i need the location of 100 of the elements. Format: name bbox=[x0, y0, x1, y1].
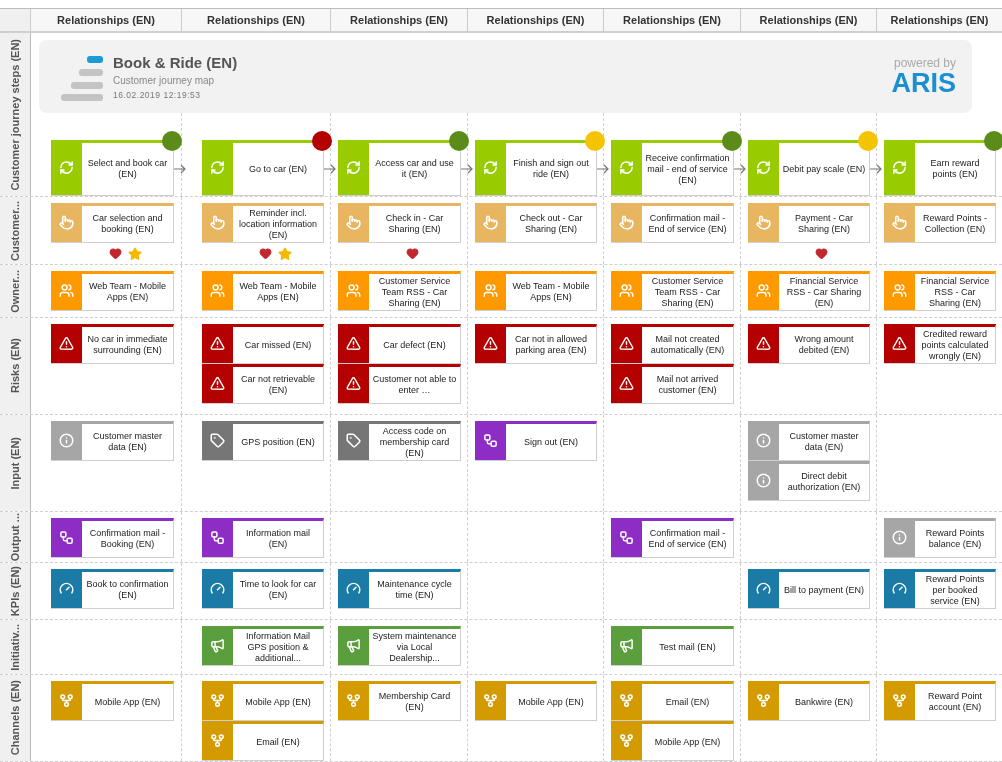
gauge-icon bbox=[210, 581, 225, 596]
card-label: Car selection and booking (EN) bbox=[91, 212, 164, 236]
card-label: Access car and use it (EN) bbox=[374, 157, 455, 181]
warning-icon bbox=[210, 336, 225, 351]
card-label: Membership Card (EN) bbox=[377, 690, 452, 714]
powered-by-text: powered by bbox=[893, 56, 956, 70]
flow-icon bbox=[59, 530, 74, 545]
lane-label: Owner... bbox=[9, 269, 21, 313]
card-label: Direct debit authorization (EN) bbox=[786, 470, 862, 494]
aris-logo: ARIS bbox=[891, 70, 956, 97]
card-label: Email (EN) bbox=[255, 735, 301, 749]
card-label: Car not in allowed parking area (EN) bbox=[513, 333, 588, 357]
column-header: Relationships (EN) bbox=[31, 9, 182, 31]
card-label: Mobile App (EN) bbox=[93, 695, 162, 709]
column-header: Relationships (EN) bbox=[877, 9, 1002, 31]
card-label: GPS position (EN) bbox=[240, 435, 316, 449]
card-label: Access code on membership card (EN) bbox=[378, 424, 451, 460]
column-header: Relationships (EN) bbox=[182, 9, 331, 31]
people-icon bbox=[59, 283, 74, 298]
card-label: Financial Service RSS - Car Sharing (EN) bbox=[785, 274, 863, 310]
gauge-icon bbox=[892, 581, 907, 596]
lane-label: Customer journey steps (EN) bbox=[9, 38, 21, 191]
refresh-icon bbox=[346, 160, 361, 175]
card-label: Finish and sign out ride (EN) bbox=[512, 157, 590, 181]
tag-icon bbox=[346, 433, 361, 448]
fork-icon bbox=[619, 733, 634, 748]
card-label: Confirmation mail - End of service (EN) bbox=[647, 527, 728, 551]
card-label: Test mail (EN) bbox=[658, 640, 717, 654]
hand-icon bbox=[346, 215, 361, 230]
warning-icon bbox=[619, 376, 634, 391]
column-header: Relationships (EN) bbox=[331, 9, 468, 31]
tag-icon bbox=[210, 433, 225, 448]
lane-label: Input (EN) bbox=[9, 436, 21, 490]
fork-icon bbox=[619, 693, 634, 708]
map-date: 16.02.2019 12:19:53 bbox=[113, 89, 202, 100]
arrow-icon bbox=[597, 164, 609, 174]
card-label: Email (EN) bbox=[664, 695, 711, 709]
megaphone-icon bbox=[346, 638, 361, 653]
card-label: Book to confirmation (EN) bbox=[85, 578, 170, 602]
card-label: Reward Points - Collection (EN) bbox=[922, 212, 988, 236]
card-label: Car defect (EN) bbox=[382, 338, 447, 352]
fork-icon bbox=[210, 693, 225, 708]
hand-icon bbox=[210, 215, 225, 230]
arrow-icon bbox=[870, 164, 882, 174]
hand-icon bbox=[619, 215, 634, 230]
info-icon bbox=[756, 473, 771, 488]
arrow-icon bbox=[324, 164, 336, 174]
warning-icon bbox=[59, 336, 74, 351]
card-label: Wrong amount debited (EN) bbox=[793, 333, 855, 357]
people-icon bbox=[756, 283, 771, 298]
hand-icon bbox=[756, 215, 771, 230]
card-label: Time to look for car (EN) bbox=[238, 578, 318, 602]
card-label: Web Team - Mobile Apps (EN) bbox=[511, 280, 591, 304]
people-icon bbox=[346, 283, 361, 298]
card-label: Reward Point account (EN) bbox=[927, 690, 983, 714]
column-header: Relationships (EN) bbox=[468, 9, 604, 31]
card-label: Sign out (EN) bbox=[523, 435, 579, 449]
flow-icon bbox=[483, 433, 498, 448]
card-label: Mail not created automatically (EN) bbox=[649, 333, 726, 357]
fork-icon bbox=[756, 693, 771, 708]
megaphone-icon bbox=[619, 638, 634, 653]
card-label: Customer master data (EN) bbox=[788, 430, 860, 454]
card-label: Web Team - Mobile Apps (EN) bbox=[238, 280, 318, 304]
card-label: Confirmation mail - End of service (EN) bbox=[647, 212, 728, 236]
card-label: Financial Service RSS - Car Sharing (EN) bbox=[919, 274, 991, 310]
card-label: Receive confirmation mail - end of service (EN) bbox=[644, 151, 731, 187]
lane-label: Initiativ... bbox=[9, 623, 21, 671]
refresh-icon bbox=[892, 160, 907, 175]
info-icon bbox=[892, 530, 907, 545]
card-label: Check in - Car Sharing (EN) bbox=[384, 212, 445, 236]
card-label: Earn reward points (EN) bbox=[929, 157, 981, 181]
megaphone-icon bbox=[210, 638, 225, 653]
warning-icon bbox=[346, 336, 361, 351]
refresh-icon bbox=[59, 160, 74, 175]
warning-icon bbox=[210, 376, 225, 391]
refresh-icon bbox=[619, 160, 634, 175]
fork-icon bbox=[483, 693, 498, 708]
refresh-icon bbox=[756, 160, 771, 175]
card-label: No car in immediate surrounding (EN) bbox=[86, 333, 169, 357]
card-label: Bill to payment (EN) bbox=[783, 583, 865, 597]
card-label: Car not retrievable (EN) bbox=[239, 373, 316, 397]
lane-label: KPIs (EN) bbox=[9, 565, 21, 617]
lane-label: Customer... bbox=[9, 200, 21, 261]
card-label: Go to car (EN) bbox=[248, 162, 308, 176]
warning-icon bbox=[483, 336, 498, 351]
card-label: System maintenance via Local Dealership... bbox=[371, 629, 458, 665]
fork-icon bbox=[210, 733, 225, 748]
fork-icon bbox=[892, 693, 907, 708]
card-label: Information Mail GPS position & additional... bbox=[245, 629, 311, 665]
fork-icon bbox=[346, 693, 361, 708]
fork-icon bbox=[59, 693, 74, 708]
card-label: Reward Points balance (EN) bbox=[924, 527, 986, 551]
card-label: Reward Points per booked service (EN) bbox=[924, 572, 986, 608]
arrow-icon bbox=[174, 164, 186, 174]
warning-icon bbox=[892, 336, 907, 351]
card-label: Confirmation mail - Booking (EN) bbox=[88, 527, 167, 551]
card-label: Select and book car (EN) bbox=[86, 157, 169, 181]
card-label: Customer not able to enter … bbox=[371, 373, 458, 397]
card-label: Car missed (EN) bbox=[243, 338, 313, 352]
gauge-icon bbox=[59, 581, 74, 596]
